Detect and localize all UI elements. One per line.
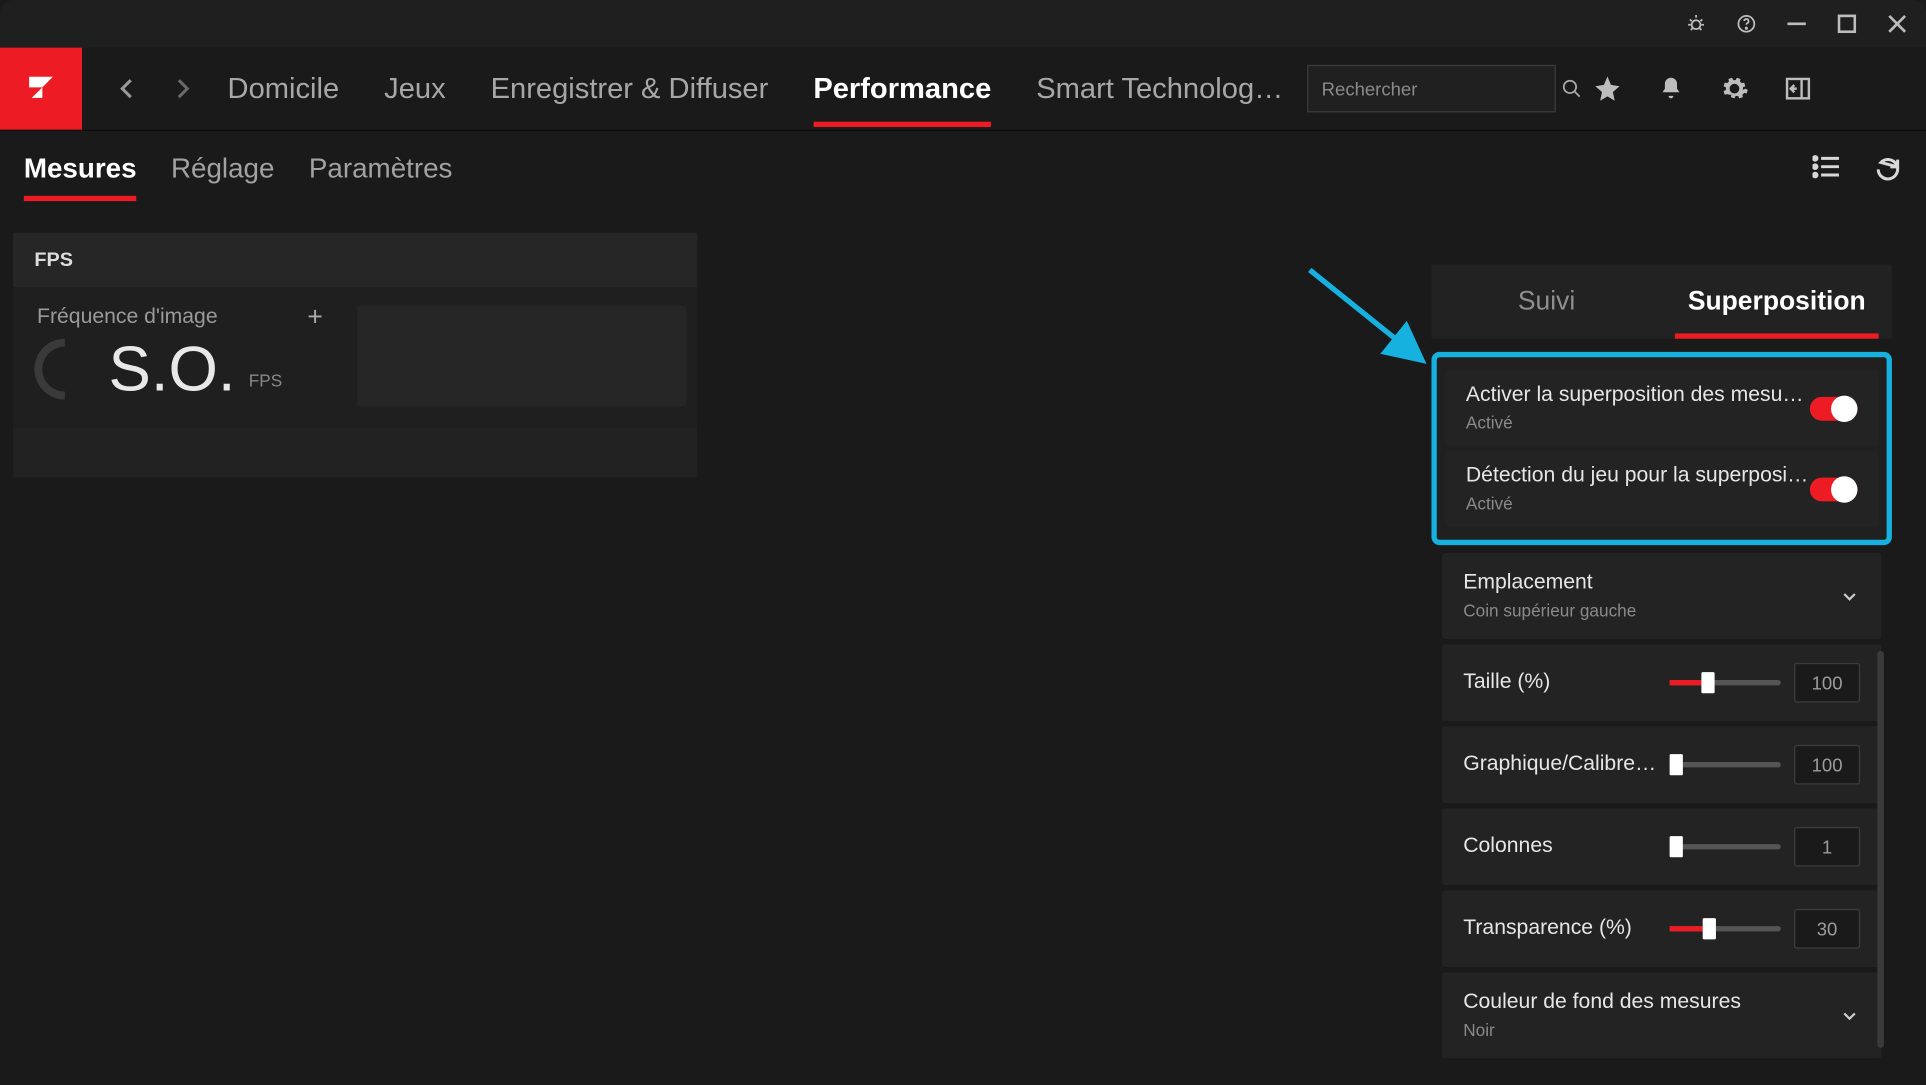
search-box[interactable] xyxy=(1307,65,1556,113)
bug-icon[interactable] xyxy=(1686,13,1707,34)
chevron-down-icon xyxy=(1839,585,1860,606)
minimize-icon[interactable] xyxy=(1786,13,1807,34)
fps-card-header: FPS xyxy=(13,233,697,287)
search-icon[interactable] xyxy=(1561,78,1582,99)
subtab-metrics[interactable]: Mesures xyxy=(24,137,137,201)
slider-columns[interactable] xyxy=(1670,844,1781,849)
fps-label: Fréquence d'image xyxy=(37,306,218,330)
right-tab-overlay[interactable]: Superposition xyxy=(1662,265,1892,339)
fps-card: FPS Fréquence d'image + S.O. FPS xyxy=(13,233,697,478)
setting-gauge[interactable]: Graphique/Calibre (%) 100 xyxy=(1442,726,1881,803)
setting-columns[interactable]: Colonnes 1 xyxy=(1442,808,1881,885)
maximize-icon[interactable] xyxy=(1836,13,1857,34)
reset-icon[interactable] xyxy=(1873,154,1902,183)
slider-size[interactable] xyxy=(1670,680,1781,685)
nav-tab-smart[interactable]: Smart Technolog… xyxy=(1036,53,1283,124)
close-icon[interactable] xyxy=(1887,13,1908,34)
toggle-game-detection[interactable] xyxy=(1810,477,1858,501)
right-panel: Suivi Superposition Activer la superposi… xyxy=(1431,265,1891,1064)
dock-right-icon[interactable] xyxy=(1783,74,1812,103)
fps-value: S.O. xyxy=(108,333,235,406)
scrollbar[interactable] xyxy=(1877,651,1884,1048)
value-columns[interactable]: 1 xyxy=(1794,827,1860,867)
notifications-icon[interactable] xyxy=(1656,74,1685,103)
right-tab-tracking[interactable]: Suivi xyxy=(1431,265,1661,339)
sub-nav: Mesures Réglage Paramètres xyxy=(0,130,1926,207)
nav-tab-record[interactable]: Enregistrer & Diffuser xyxy=(491,53,769,124)
setting-transparency[interactable]: Transparence (%) 30 xyxy=(1442,890,1881,967)
nav-tab-games[interactable]: Jeux xyxy=(384,53,445,124)
nav-back-icon[interactable] xyxy=(114,74,143,103)
nav-forward-icon[interactable] xyxy=(167,74,196,103)
gauge-icon xyxy=(22,326,108,412)
nav-tab-home[interactable]: Domicile xyxy=(228,53,340,124)
chevron-down-icon xyxy=(1839,1005,1860,1026)
setting-size[interactable]: Taille (%) 100 xyxy=(1442,644,1881,721)
setting-location[interactable]: Emplacement Coin supérieur gauche xyxy=(1442,553,1881,639)
fps-card-footer xyxy=(13,430,697,478)
main-nav: Domicile Jeux Enregistrer & Diffuser Per… xyxy=(0,48,1926,130)
setting-bgcolor[interactable]: Couleur de fond des mesures Noir xyxy=(1442,972,1881,1058)
help-icon[interactable] xyxy=(1736,13,1757,34)
highlighted-settings: Activer la superposition des mesures Act… xyxy=(1431,352,1891,545)
value-size[interactable]: 100 xyxy=(1794,663,1860,703)
subtab-settings[interactable]: Paramètres xyxy=(309,137,453,201)
toggle-activate-overlay[interactable] xyxy=(1810,396,1858,420)
amd-logo[interactable] xyxy=(0,48,82,130)
value-gauge[interactable]: 100 xyxy=(1794,745,1860,785)
favorites-icon[interactable] xyxy=(1593,74,1622,103)
setting-activate-overlay[interactable]: Activer la superposition des mesures Act… xyxy=(1445,370,1879,445)
fps-chart xyxy=(357,306,686,407)
fps-value-box[interactable]: Fréquence d'image + S.O. FPS xyxy=(34,298,338,417)
subtab-tuning[interactable]: Réglage xyxy=(171,137,275,201)
slider-gauge[interactable] xyxy=(1670,762,1781,767)
value-transparency[interactable]: 30 xyxy=(1794,909,1860,949)
nav-tab-performance[interactable]: Performance xyxy=(813,53,991,124)
search-input[interactable] xyxy=(1322,78,1561,99)
list-view-icon[interactable] xyxy=(1813,154,1842,183)
window-titlebar xyxy=(0,0,1926,48)
settings-icon[interactable] xyxy=(1720,74,1749,103)
fps-unit: FPS xyxy=(249,370,282,390)
add-metric-icon[interactable]: + xyxy=(307,303,322,333)
slider-transparency[interactable] xyxy=(1670,926,1781,931)
setting-game-detection[interactable]: Détection du jeu pour la superpositio… A… xyxy=(1445,451,1879,526)
